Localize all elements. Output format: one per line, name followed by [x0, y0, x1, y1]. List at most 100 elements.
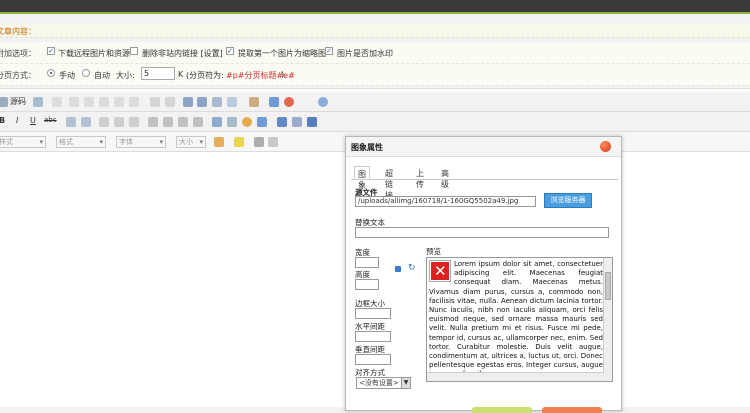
- dialog-header[interactable]: 图象属性: [346, 137, 621, 157]
- unlink-icon[interactable]: [292, 117, 302, 127]
- paging-note-prefix: (分页符为:: [186, 71, 224, 80]
- align-justify-icon[interactable]: [193, 117, 203, 127]
- tab-link[interactable]: 超链接: [382, 166, 396, 200]
- width-input[interactable]: [355, 257, 379, 268]
- paging-row: 分页方式： 手动 自动 大小: 5 K (分页符为: #p#分页标题#e# ): [0, 64, 750, 86]
- new-page-icon[interactable]: [33, 97, 43, 107]
- style-combo[interactable]: 样式: [0, 136, 46, 148]
- align-select[interactable]: <没有设置> ▼: [356, 377, 411, 389]
- options-row: 附加选项： ✓ 下载远程图片和资源 删除非站内链接 [设置] ✓ 提取第一个图片…: [0, 42, 750, 64]
- italic-button[interactable]: I: [16, 116, 18, 125]
- manual-radio[interactable]: [47, 69, 55, 77]
- close-icon[interactable]: [600, 141, 611, 152]
- chevron-down-icon[interactable]: ▼: [401, 378, 410, 388]
- font-combo[interactable]: 字体: [116, 136, 166, 148]
- text-color-icon[interactable]: [214, 137, 224, 147]
- size-label: 大小:: [116, 71, 135, 80]
- page-size-input[interactable]: 5: [141, 67, 175, 80]
- bold-button[interactable]: B: [0, 116, 5, 125]
- watermark-checkbox[interactable]: ✓: [325, 47, 333, 55]
- forbidden-icon[interactable]: [284, 97, 294, 107]
- anchor-icon[interactable]: [307, 117, 317, 127]
- smiley-icon[interactable]: [242, 117, 252, 127]
- source-button[interactable]: 源码: [10, 96, 26, 107]
- paging-label: 分页方式：: [0, 71, 36, 80]
- remove-format-icon[interactable]: [227, 97, 237, 107]
- height-input[interactable]: [355, 279, 379, 290]
- numbered-list-icon[interactable]: [66, 117, 76, 127]
- image-tab-panel: 源文件 /uploads/allimg/160718/1-160GQ5502a4…: [351, 179, 618, 409]
- show-blocks-icon[interactable]: [268, 137, 278, 147]
- preview-horizontal-scrollbar[interactable]: [427, 372, 604, 381]
- flash-icon[interactable]: [269, 97, 279, 107]
- paging-note-code: #p#分页标题#e#: [226, 71, 295, 80]
- browse-server-button[interactable]: 浏览服务器: [544, 193, 592, 208]
- copy-icon[interactable]: [69, 97, 79, 107]
- first-image-thumb-label: 提取第一个图片为缩略图: [238, 49, 326, 58]
- ok-button[interactable]: [472, 407, 532, 413]
- size-unit: K: [178, 70, 184, 79]
- table-icon[interactable]: [212, 117, 222, 127]
- remove-links-label[interactable]: 删除非站内链接 [设置]: [142, 48, 223, 59]
- indent-icon[interactable]: [114, 117, 124, 127]
- download-remote-label: 下载远程图片和资源: [58, 49, 130, 58]
- paging-note-suffix: ): [281, 70, 285, 79]
- format-combo[interactable]: 格式: [56, 136, 106, 148]
- image-icon[interactable]: [249, 97, 259, 107]
- border-input[interactable]: [355, 308, 391, 319]
- reset-size-icon[interactable]: ↻: [408, 264, 417, 273]
- vspace-input[interactable]: [355, 354, 391, 365]
- align-center-icon[interactable]: [163, 117, 173, 127]
- special-char-icon[interactable]: [257, 117, 267, 127]
- preview-box[interactable]: Lorem ipsum dolor sit amet, consectetuer…: [426, 257, 613, 382]
- section-header: 文章内容：: [0, 24, 750, 38]
- preview-text: Lorem ipsum dolor sit amet, consectetuer…: [429, 260, 603, 378]
- first-image-thumb-checkbox[interactable]: ✓: [226, 47, 234, 55]
- tab-upload[interactable]: 上传: [413, 166, 427, 189]
- preview-content: Lorem ipsum dolor sit amet, consectetuer…: [429, 260, 603, 380]
- toolbar-row-1: 源码: [0, 92, 750, 112]
- align-left-icon[interactable]: [148, 117, 158, 127]
- broken-image-icon: [429, 260, 451, 282]
- outdent-icon[interactable]: [99, 117, 109, 127]
- maximize-icon[interactable]: [254, 137, 264, 147]
- cancel-button[interactable]: [542, 407, 602, 413]
- remove-links-checkbox[interactable]: [130, 47, 138, 55]
- tab-image[interactable]: 图象: [354, 166, 370, 190]
- hspace-input[interactable]: [355, 331, 391, 342]
- auto-radio[interactable]: [82, 69, 90, 77]
- redo-icon[interactable]: [165, 97, 175, 107]
- undo-icon[interactable]: [150, 97, 160, 107]
- preview-label: 预览: [426, 247, 441, 256]
- image-properties-dialog: 图象属性 图象 超链接 上传 高级 源文件 /uploads/allimg/16…: [345, 136, 622, 413]
- toolbar-row-2: B I U abc: [0, 112, 750, 132]
- preview-vertical-scrollbar[interactable]: [603, 258, 612, 381]
- bullet-list-icon[interactable]: [81, 117, 91, 127]
- size-combo[interactable]: 大小: [176, 136, 206, 148]
- horizontal-rule-icon[interactable]: [227, 117, 237, 127]
- download-remote-checkbox[interactable]: ✓: [47, 47, 55, 55]
- replace-icon[interactable]: [197, 97, 207, 107]
- link-icon[interactable]: [277, 117, 287, 127]
- manual-label: 手动: [59, 71, 75, 80]
- watermark-label: 图片是否加水印: [337, 49, 393, 58]
- underline-button[interactable]: U: [30, 116, 36, 125]
- paste-text-icon[interactable]: [99, 97, 109, 107]
- paste-icon[interactable]: [84, 97, 94, 107]
- alt-text-input[interactable]: [355, 227, 609, 238]
- align-right-icon[interactable]: [178, 117, 188, 127]
- select-all-icon[interactable]: [212, 97, 222, 107]
- blockquote-icon[interactable]: [129, 117, 139, 127]
- strike-button[interactable]: abc: [44, 116, 57, 124]
- lock-ratio-icon[interactable]: [395, 266, 401, 272]
- scrollbar-thumb[interactable]: [605, 272, 611, 300]
- paste-word-icon[interactable]: [114, 97, 124, 107]
- cut-icon[interactable]: [52, 97, 62, 107]
- about-icon[interactable]: [318, 97, 328, 107]
- page-icon[interactable]: [0, 97, 8, 107]
- bg-color-icon[interactable]: [234, 137, 244, 147]
- source-url-input[interactable]: /uploads/allimg/160718/1-160GQ5502a49.jp…: [355, 196, 536, 207]
- print-icon[interactable]: [129, 97, 139, 107]
- tab-advanced[interactable]: 高级: [438, 166, 452, 189]
- find-icon[interactable]: [183, 97, 193, 107]
